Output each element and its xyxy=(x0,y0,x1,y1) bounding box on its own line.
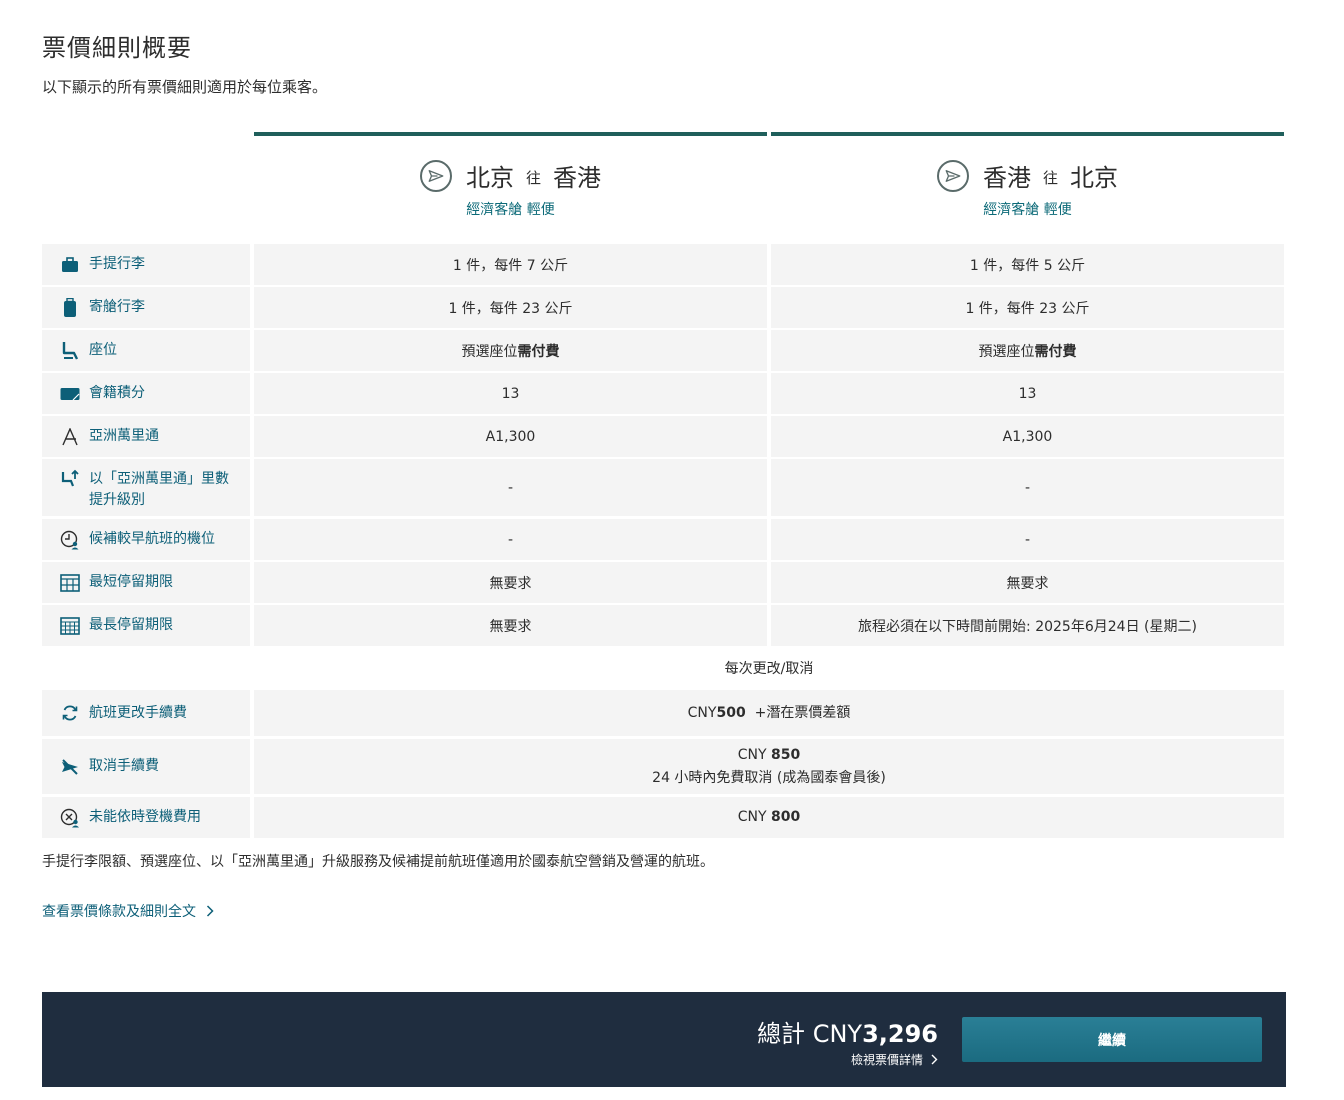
outbound-value: 13 xyxy=(254,373,767,414)
footer-total-bar: 總計 CNY3,296 檢視票價詳情 繼續 xyxy=(42,992,1286,1087)
change-fee-value: CNY500 +潛在票價差額 xyxy=(254,690,1284,736)
table-row-standby: 候補較早航班的機位 - - xyxy=(42,519,1285,560)
outbound-value: - xyxy=(254,519,767,560)
table-row-no-show-fee: 未能依時登機費用 CNY 800 xyxy=(42,797,1285,838)
return-value: A1,300 xyxy=(771,416,1284,457)
total-currency: CNY xyxy=(812,1020,863,1048)
plane-icon xyxy=(419,159,452,192)
standby-clock-icon xyxy=(60,530,80,550)
change-cancel-heading: 每次更改/取消 xyxy=(724,661,814,677)
total-amount: 3,296 xyxy=(862,1020,938,1048)
cabin-class: 經濟客艙 輕便 xyxy=(983,202,1072,218)
row-label: 手提行李 xyxy=(42,244,250,285)
total-label: 總計 xyxy=(757,1020,806,1048)
full-terms-link[interactable]: 查看票價條款及細則全文 xyxy=(42,901,214,921)
row-label: 最短停留期限 xyxy=(42,562,250,603)
route-header-outbound: 北京 往 香港 經濟客艙 輕便 xyxy=(254,132,767,232)
return-value: - xyxy=(771,459,1284,516)
row-label: 取消手續費 xyxy=(42,739,250,794)
seat-icon xyxy=(60,341,80,361)
page-title: 票價細則概要 xyxy=(42,34,192,62)
destination-city: 北京 xyxy=(1070,164,1118,192)
table-row-max-stay: 最長停留期限 無要求 旅程必須在以下時間前開始: 2025年6月24日 (星期二… xyxy=(42,605,1285,646)
outbound-value: A1,300 xyxy=(254,416,767,457)
return-value: 旅程必須在以下時間前開始: 2025年6月24日 (星期二) xyxy=(771,605,1284,646)
carry-on-bag-icon xyxy=(60,255,80,275)
table-row-seat: 座位 預選座位 需付費 預選座位 需付費 xyxy=(42,330,1285,371)
origin-city: 北京 xyxy=(465,164,514,192)
row-label: 未能依時登機費用 xyxy=(42,797,250,838)
return-value: - xyxy=(771,519,1284,560)
total-price: 總計 CNY3,296 檢視票價詳情 xyxy=(757,1014,938,1068)
outbound-value: 無要求 xyxy=(254,562,767,603)
route-header-return: 香港 往 北京 經濟客艙 輕便 xyxy=(771,132,1284,232)
row-label: 座位 xyxy=(42,330,250,371)
table-row-miles-upgrade: 以「亞洲萬里通」里數提升級別 - - xyxy=(42,459,1285,516)
return-value: 1 件，每件 5 公斤 xyxy=(771,244,1284,285)
no-show-fee-value: CNY 800 xyxy=(254,797,1284,838)
upgrade-seat-icon xyxy=(60,469,80,489)
outbound-value: 預選座位 需付費 xyxy=(254,330,767,371)
outbound-value: 無要求 xyxy=(254,605,767,646)
outbound-value: - xyxy=(254,459,767,516)
table-row-checked-bag: 寄艙行李 1 件，每件 23 公斤 1 件，每件 23 公斤 xyxy=(42,287,1285,328)
cancel-fee-value: CNY 850 24 小時內免費取消 (成為國泰會員後) xyxy=(254,739,1284,794)
table-row-carry-on: 手提行李 1 件，每件 7 公斤 1 件，每件 5 公斤 xyxy=(42,244,1285,285)
chevron-right-icon xyxy=(931,1054,938,1065)
row-label: 亞洲萬里通 xyxy=(42,416,250,457)
view-fare-details-link[interactable]: 檢視票價詳情 xyxy=(851,1051,938,1068)
refresh-icon xyxy=(60,703,80,723)
asia-miles-icon xyxy=(60,427,80,447)
free-cancel-note: 24 小時內免費取消 (成為國泰會員後) xyxy=(652,769,886,786)
row-label: 最長停留期限 xyxy=(42,605,250,646)
table-row-asia-miles: 亞洲萬里通 A1,300 A1,300 xyxy=(42,416,1285,457)
checked-bag-icon xyxy=(60,297,80,318)
footnote: 手提行李限額、預選座位、以「亞洲萬里通」升級服務及候補提前航班僅適用於國泰航空營… xyxy=(42,854,714,870)
table-row-min-stay: 最短停留期限 無要求 無要求 xyxy=(42,562,1285,603)
plane-icon xyxy=(936,159,969,192)
return-value: 預選座位 需付費 xyxy=(771,330,1284,371)
destination-city: 香港 xyxy=(553,164,601,192)
calendar-min-icon xyxy=(60,573,80,593)
table-row-cancel-fee: 取消手續費 CNY 850 24 小時內免費取消 (成為國泰會員後) xyxy=(42,739,1285,794)
table-row-change-fee: 航班更改手續費 CNY500 +潛在票價差額 xyxy=(42,690,1285,736)
route-to-word: 往 xyxy=(525,169,541,187)
page-subtitle: 以下顯示的所有票價細則適用於每位乘客。 xyxy=(42,78,328,96)
origin-city: 香港 xyxy=(982,164,1031,192)
route-to-word: 往 xyxy=(1042,169,1058,187)
outbound-value: 1 件，每件 7 公斤 xyxy=(254,244,767,285)
cancel-flight-icon xyxy=(60,757,80,777)
return-value: 無要求 xyxy=(771,562,1284,603)
chevron-right-icon xyxy=(206,905,214,917)
row-label: 會籍積分 xyxy=(42,373,250,414)
continue-button[interactable]: 繼續 xyxy=(962,1017,1262,1062)
outbound-value: 1 件，每件 23 公斤 xyxy=(254,287,767,328)
calendar-max-icon xyxy=(60,616,80,636)
row-label: 以「亞洲萬里通」里數提升級別 xyxy=(42,459,250,516)
cabin-class: 經濟客艙 輕便 xyxy=(466,202,555,218)
row-label: 寄艙行李 xyxy=(42,287,250,328)
no-show-icon xyxy=(60,808,80,828)
row-label: 候補較早航班的機位 xyxy=(42,519,250,560)
membership-card-icon xyxy=(60,384,80,404)
return-value: 13 xyxy=(771,373,1284,414)
row-label: 航班更改手續費 xyxy=(42,690,250,736)
return-value: 1 件，每件 23 公斤 xyxy=(771,287,1284,328)
table-row-status-points: 會籍積分 13 13 xyxy=(42,373,1285,414)
